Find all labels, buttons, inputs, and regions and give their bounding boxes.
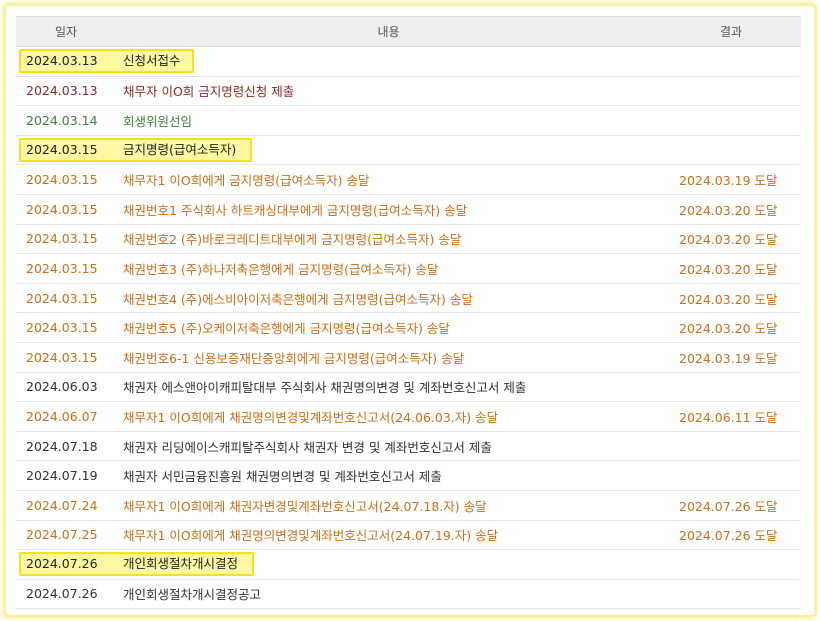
table-row: 2024.03.15 채권번호5 (주)오케이저축은행에게 금지명령(급여소득자… <box>16 312 801 343</box>
row-content: 채무자1 이O희에게 채권명의변경및계좌번호신고서(24.06.03.자) 송달 <box>116 401 661 432</box>
row-result: 2024.03.20 도달 <box>661 224 801 255</box>
row-date: 2024.07.19 <box>16 460 116 491</box>
row-date: 2024.03.15 <box>16 312 116 343</box>
table-row-highlighted: 2024.07.26 개인회생절차개시결정 <box>16 549 801 580</box>
row-date: 2024.03.15 <box>26 142 98 158</box>
table-row: 2024.03.15 채권번호2 (주)바로크레디트대부에게 금지명령(급여소득… <box>16 224 801 255</box>
row-result <box>661 549 801 580</box>
table-row: 2024.06.07 채무자1 이O희에게 채권명의변경및계좌번호신고서(24.… <box>16 401 801 432</box>
row-result: 2024.03.20 도달 <box>661 194 801 225</box>
row-result: 2024.03.20 도달 <box>661 253 801 284</box>
table-row: 2024.03.15 채무자1 이O희에게 금지명령(급여소득자) 송달 202… <box>16 164 801 195</box>
row-result <box>661 135 801 166</box>
row-content: 채무자1 이O희에게 금지명령(급여소득자) 송달 <box>116 164 661 195</box>
row-result <box>661 105 801 136</box>
row-date: 2024.03.13 <box>16 76 116 107</box>
row-date: 2024.07.26 <box>26 556 98 572</box>
row-content: 개인회생절차개시결정공고 <box>116 579 661 610</box>
row-content: 채권자 리딩에이스캐피탈주식회사 채권자 변경 및 계좌번호신고서 제출 <box>116 431 661 462</box>
row-date: 2024.07.26 <box>16 579 116 610</box>
row-content: 채권번호3 (주)하나저축은행에게 금지명령(급여소득자) 송달 <box>116 253 661 284</box>
row-content: 채무자 이O희 금지명령신청 제출 <box>116 76 661 107</box>
row-date: 2024.06.03 <box>16 372 116 403</box>
row-content: 채무자1 이O희에게 채권자변경및계좌번호신고서(24.07.18.자) 송달 <box>116 490 661 521</box>
case-progress-table: 일자 내용 결과 2024.03.13 신청서접수 2024.03.13 채무자 … <box>16 16 801 610</box>
row-result <box>661 579 801 610</box>
row-content: 채권자 에스앤아이캐피탈대부 주식회사 채권명의변경 및 계좌번호신고서 제출 <box>116 372 661 403</box>
highlighted-cell: 2024.07.26 개인회생절차개시결정 <box>16 549 661 580</box>
table-header-row: 일자 내용 결과 <box>16 16 801 47</box>
row-content: 채권번호4 (주)에스비아이저축은행에게 금지명령(급여소득자) 송달 <box>116 283 661 314</box>
table-row: 2024.07.25 채무자1 이O희에게 채권명의변경및계좌번호신고서(24.… <box>16 520 801 551</box>
table-row: 2024.03.15 채권번호3 (주)하나저축은행에게 금지명령(급여소득자)… <box>16 253 801 284</box>
header-date: 일자 <box>16 16 116 47</box>
row-date: 2024.06.07 <box>16 401 116 432</box>
row-date: 2024.07.18 <box>16 431 116 462</box>
row-content: 개인회생절차개시결정 <box>123 556 239 572</box>
row-result: 2024.06.11 도달 <box>661 401 801 432</box>
header-result: 결과 <box>661 16 801 47</box>
row-content: 채권번호5 (주)오케이저축은행에게 금지명령(급여소득자) 송달 <box>116 312 661 343</box>
row-result: 2024.07.26 도달 <box>661 490 801 521</box>
row-date: 2024.03.15 <box>16 164 116 195</box>
row-content: 채권번호1 주식회사 하트캐싱대부에게 금지명령(급여소득자) 송달 <box>116 194 661 225</box>
highlighted-cell: 2024.03.13 신청서접수 <box>16 46 661 77</box>
row-date: 2024.03.15 <box>16 342 116 373</box>
row-result <box>661 460 801 491</box>
row-date: 2024.03.15 <box>16 253 116 284</box>
header-content: 내용 <box>116 16 661 47</box>
row-result: 2024.03.19 도달 <box>661 342 801 373</box>
row-date: 2024.07.25 <box>16 520 116 551</box>
row-date: 2024.03.15 <box>16 224 116 255</box>
highlighted-cell: 2024.03.15 금지명령(급여소득자) <box>16 135 661 166</box>
table-row: 2024.06.03 채권자 에스앤아이캐피탈대부 주식회사 채권명의변경 및 … <box>16 372 801 403</box>
table-row: 2024.07.26 개인회생절차개시결정공고 <box>16 579 801 610</box>
table-row-highlighted: 2024.03.15 금지명령(급여소득자) <box>16 135 801 166</box>
table-row-highlighted: 2024.03.13 신청서접수 <box>16 46 801 77</box>
table-row: 2024.03.13 채무자 이O희 금지명령신청 제출 <box>16 76 801 107</box>
row-content: 채무자1 이O희에게 채권명의변경및계좌번호신고서(24.07.19.자) 송달 <box>116 520 661 551</box>
row-result <box>661 76 801 107</box>
row-result <box>661 46 801 77</box>
row-date: 2024.07.24 <box>16 490 116 521</box>
table-row: 2024.07.18 채권자 리딩에이스캐피탈주식회사 채권자 변경 및 계좌번… <box>16 431 801 462</box>
table-row: 2024.07.24 채무자1 이O희에게 채권자변경및계좌번호신고서(24.0… <box>16 490 801 521</box>
row-result <box>661 431 801 462</box>
table-row: 2024.03.15 채권번호6-1 신용보증재단중앙회에게 금지명령(급여소득… <box>16 342 801 373</box>
row-date: 2024.03.14 <box>16 105 116 136</box>
row-content: 신청서접수 <box>123 53 181 69</box>
row-content: 채권번호2 (주)바로크레디트대부에게 금지명령(급여소득자) 송달 <box>116 224 661 255</box>
table-row: 2024.03.15 채권번호4 (주)에스비아이저축은행에게 금지명령(급여소… <box>16 283 801 314</box>
row-content: 금지명령(급여소득자) <box>123 142 237 158</box>
row-date: 2024.03.13 <box>26 53 98 69</box>
row-date: 2024.03.15 <box>16 283 116 314</box>
row-result: 2024.03.20 도달 <box>661 283 801 314</box>
row-content: 채권번호6-1 신용보증재단중앙회에게 금지명령(급여소득자) 송달 <box>116 342 661 373</box>
row-result: 2024.03.20 도달 <box>661 312 801 343</box>
row-content: 회생위원선임 <box>116 105 661 136</box>
table-row: 2024.03.15 채권번호1 주식회사 하트캐싱대부에게 금지명령(급여소득… <box>16 194 801 225</box>
row-date: 2024.03.15 <box>16 194 116 225</box>
row-result: 2024.03.19 도달 <box>661 164 801 195</box>
row-result: 2024.07.26 도달 <box>661 520 801 551</box>
row-result <box>661 372 801 403</box>
table-row: 2024.07.19 채권자 서민금융진흥원 채권명의변경 및 계좌번호신고서 … <box>16 460 801 491</box>
table-row: 2024.03.14 회생위원선임 <box>16 105 801 136</box>
row-content: 채권자 서민금융진흥원 채권명의변경 및 계좌번호신고서 제출 <box>116 460 661 491</box>
